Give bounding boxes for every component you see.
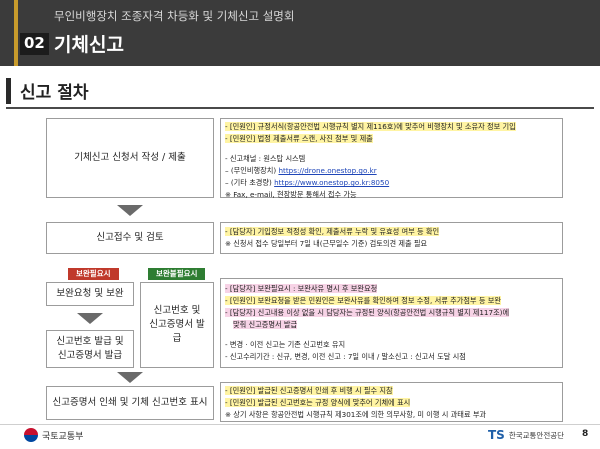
step3-issue-label: 신고번호 발급 및 신고증명서 발급: [56, 336, 124, 361]
onestop-link[interactable]: https://www.onestop.go.kr:8050: [274, 178, 389, 187]
step4-box: 신고증명서 인쇄 및 기체 신고번호 표시: [46, 386, 214, 420]
step1-detail: - [민원인] 규정서식(항공안전법 시행규칙 별지 제116호)에 맞추어 비…: [220, 118, 563, 199]
step3-line-2: - [민원인] 보완요청을 받은 민원인은 보완사유를 확인하여 정보 수정, …: [225, 296, 501, 305]
step3-supplement-label: 보완요청 및 보완: [56, 288, 124, 299]
kotsa-logo-text: 한국교통안전공단: [508, 430, 565, 440]
step1-line-4: – (무인비행장치): [225, 166, 279, 175]
badge-supplement-needed: 보완필요시: [68, 268, 119, 280]
drone-onestop-link[interactable]: https://drone.onestop.go.kr: [278, 166, 376, 175]
molit-logo: 국토교통부: [24, 428, 83, 442]
badge-no-supplement: 보완불필요시: [148, 268, 206, 280]
arrow-down-icon: [117, 205, 143, 216]
step3-line-6: - 신고수리기간 : 신규, 변경, 이전 신고 : 7일 이내 / 말소신고 …: [225, 352, 466, 361]
step3-line-4: 맞춰 신고증명서 발급: [233, 320, 298, 329]
step1-line-5: – (기타 초경량): [225, 178, 275, 187]
step3-direct-issue-box: 신고번호 및 신고증명서 발급: [140, 282, 214, 368]
header-accent-bar: [14, 0, 18, 66]
arrow-down-icon: [117, 372, 143, 383]
step1-line-6: ※ Fax, e-mail, 현장방문 통해서 접수 가능: [225, 190, 357, 199]
step1-line-3: - 신고채널 : 원스탑 시스템: [225, 154, 306, 163]
step2-box: 신고접수 및 검토: [46, 222, 214, 254]
step4-line-3: ※ 상기 사항은 항공안전법 시행규칙 제301조에 의한 의무사항, 미 이행…: [225, 410, 487, 419]
section-number: 02: [20, 33, 49, 55]
step3-line-5: - 변경 · 이전 신고는 기존 신고번호 유지: [225, 340, 346, 349]
step3-line-3: - [담당자] 신고내용 이상 없을 시 담당자는 규정된 양식(항공안전법 시…: [225, 308, 510, 317]
step2-label: 신고접수 및 검토: [96, 232, 164, 243]
slide-header: 무인비행장치 조종자격 차등화 및 기체신고 설명회 02 기체신고: [0, 0, 600, 66]
step1-box: 기체신고 신청서 작성 / 제출: [46, 118, 214, 198]
subheader-divider: [6, 107, 594, 109]
step1-line-2: - [민원인] 법정 제출서류 스캔, 사진 첨부 및 제출: [225, 134, 373, 143]
header-subtitle: 무인비행장치 조종자격 차등화 및 기체신고 설명회: [54, 9, 295, 23]
arrow-down-icon: [77, 313, 103, 324]
step2-line-1: - [담당자] 기입정보 적정성 확인, 제출서류 누락 및 유효성 여부 등 …: [225, 227, 440, 236]
step3-line-1: - [담당자] 보완필요시 : 보완사유 명시 후 보완요청: [225, 284, 378, 293]
step4-line-2: - [민원인] 발급된 신고번호는 규정 양식에 맞추어 기체에 표시: [225, 398, 411, 407]
step3-detail: - [담당자] 보완필요시 : 보완사유 명시 후 보완요청 - [민원인] 보…: [220, 278, 563, 368]
step4-label: 신고증명서 인쇄 및 기체 신고번호 표시: [52, 397, 208, 408]
page-number: 8: [582, 429, 589, 439]
step3-issue-box: 신고번호 발급 및 신고증명서 발급: [46, 330, 134, 368]
ts-logo-icon: TS: [488, 428, 505, 442]
step3-direct-issue-label: 신고번호 및 신고증명서 발급: [149, 305, 205, 344]
subheader-title: 신고 절차: [20, 83, 89, 103]
section-title: 기체신고: [54, 34, 124, 56]
molit-logo-text: 국토교통부: [42, 431, 84, 442]
kotsa-logo: TS 한국교통안전공단: [488, 428, 564, 442]
step3-supplement-box: 보완요청 및 보완: [46, 282, 134, 306]
footer-divider: [0, 424, 600, 425]
step2-detail: - [담당자] 기입정보 적정성 확인, 제출서류 누락 및 유효성 여부 등 …: [220, 222, 563, 254]
step1-line-1: - [민원인] 규정서식(항공안전법 시행규칙 별지 제116호)에 맞추어 비…: [225, 122, 516, 131]
step4-line-1: - [민원인] 발급된 신고증명서 인쇄 후 비행 시 필수 지참: [225, 386, 393, 395]
step2-line-2: ※ 신청서 접수 당일부터 7일 내(근무일수 기준) 검토의견 제출 필요: [225, 239, 428, 248]
step1-label: 기체신고 신청서 작성 / 제출: [74, 152, 186, 163]
taegeuk-icon: [24, 428, 38, 442]
step4-detail: - [민원인] 발급된 신고증명서 인쇄 후 비행 시 필수 지참 - [민원인…: [220, 382, 563, 422]
subheader-bar: [6, 78, 11, 104]
